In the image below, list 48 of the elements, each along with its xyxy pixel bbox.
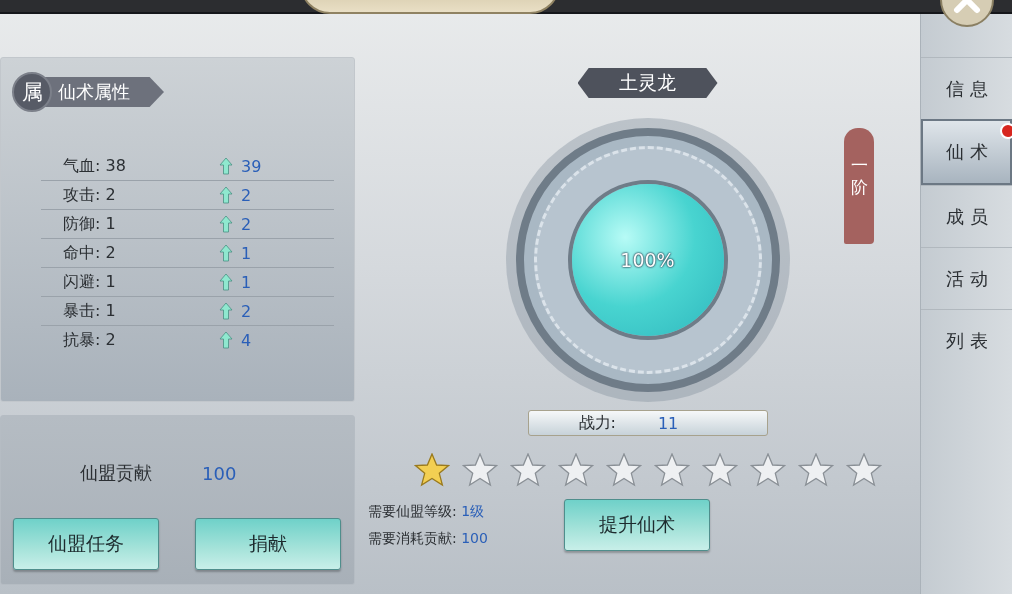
arrow-up-icon (219, 186, 233, 204)
star-icon (461, 453, 498, 487)
stat-label: 防御: 1 (62, 213, 117, 235)
sidebar-tab[interactable]: 仙术 (921, 119, 1012, 185)
sidebar-tab[interactable]: 列表 (921, 309, 1012, 371)
stat-label: 气血: 38 (62, 155, 127, 177)
star-icon (605, 453, 642, 487)
arrow-up-icon (219, 331, 233, 349)
star-icon (797, 453, 834, 487)
progress-percent: 100% (620, 249, 675, 271)
star-icon (557, 453, 594, 487)
stat-next-value: 2 (241, 185, 252, 205)
upgrade-button[interactable]: 提升仙术 (564, 499, 710, 551)
action-button[interactable]: 捐献 (195, 518, 341, 570)
star-icon (845, 453, 882, 487)
star-icon (509, 453, 546, 487)
arrow-up-icon (219, 244, 233, 262)
stat-label: 闪避: 1 (62, 271, 117, 293)
contribution-label: 仙盟贡献 (80, 461, 152, 485)
arrow-up-icon (219, 157, 233, 175)
stat-next-value: 2 (241, 214, 252, 234)
requirement-text: 需要仙盟等级: 1级 (368, 502, 486, 521)
sidebar-tab[interactable]: 活动 (921, 247, 1012, 309)
contribution-value: 100 (202, 462, 237, 484)
stat-label: 命中: 2 (62, 242, 117, 264)
sidebar-tab[interactable]: 成员 (921, 185, 1012, 247)
stat-label: 攻击: 2 (62, 184, 117, 206)
stat-label: 暴击: 1 (62, 300, 117, 322)
stat-next-value: 1 (241, 243, 252, 263)
stat-next-value: 39 (241, 156, 262, 176)
power-bar: 战力: 11 (527, 410, 768, 436)
stat-next-value: 1 (241, 272, 252, 292)
stage-banner: 一阶 (844, 128, 874, 244)
requirement-text: 需要消耗贡献: 100 (368, 529, 489, 548)
section-title: 仙术属性 (44, 77, 164, 107)
star-icon (701, 453, 738, 487)
stat-label: 抗暴: 2 (62, 329, 117, 351)
stat-next-value: 2 (241, 301, 252, 321)
skill-name: 土灵龙 (577, 68, 718, 98)
star-icon (653, 453, 690, 487)
arrow-up-icon (219, 215, 233, 233)
arrow-up-icon (219, 273, 233, 291)
stat-next-value: 4 (241, 330, 252, 350)
star-icon (749, 453, 786, 487)
star-icon (413, 453, 450, 487)
badge-label: 属 (12, 72, 52, 112)
arrow-up-icon (219, 302, 233, 320)
action-button[interactable]: 仙盟任务 (13, 518, 159, 570)
